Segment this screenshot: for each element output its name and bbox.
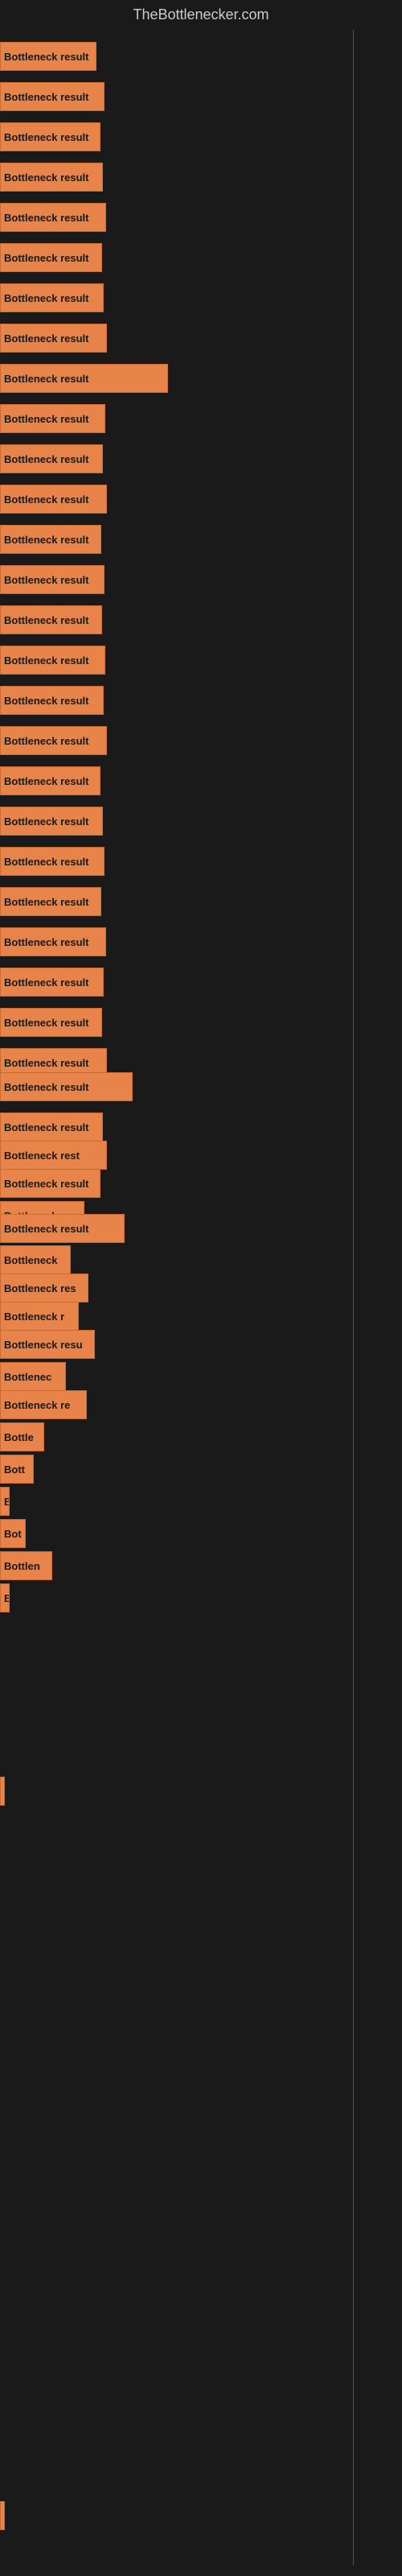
bar-label: Bottleneck result: [4, 332, 88, 345]
bar-label: Bottleneck result: [4, 815, 88, 828]
bar-label: Bottleneck result: [4, 252, 88, 264]
bottleneck-bar: Bottleneck result: [0, 686, 104, 715]
bar-label: Bottleneck r: [4, 1311, 64, 1323]
bar-label: Bottleneck: [4, 1254, 57, 1266]
bottleneck-bar: Bottleneck result: [0, 404, 105, 433]
bottleneck-bar: |: [0, 2501, 5, 2530]
bar-label: Bottleneck result: [4, 91, 88, 103]
bottleneck-bar: Bottleneck result: [0, 163, 103, 192]
bar-label: Bottleneck result: [4, 1081, 88, 1093]
bottleneck-bar: Bottlen: [0, 1551, 52, 1580]
bottleneck-bar: Bottleneck result: [0, 1169, 100, 1198]
bottleneck-bar: Bottleneck resu: [0, 1330, 95, 1359]
bar-label: Bottleneck result: [4, 453, 88, 465]
bar-label: Bot: [4, 1528, 22, 1540]
bar-label: Bottleneck result: [4, 373, 88, 385]
bar-label: Bottleneck result: [4, 534, 88, 546]
bottleneck-bar: Bottleneck result: [0, 283, 104, 312]
bottleneck-bar: Bot: [0, 1519, 26, 1548]
bottleneck-bar: B: [0, 1487, 10, 1516]
bar-label: |: [4, 1785, 5, 1798]
bar-label: |: [4, 2510, 5, 2522]
bottleneck-bar: Bottleneck result: [0, 565, 105, 594]
bar-label: Bottleneck result: [4, 1121, 88, 1133]
bottleneck-bar: Bottleneck result: [0, 927, 106, 956]
bar-label: Bottleneck result: [4, 171, 88, 184]
bottleneck-bar: Bottleneck result: [0, 243, 102, 272]
bottleneck-bar: Bottleneck result: [0, 646, 105, 675]
bar-label: Bottleneck result: [4, 896, 88, 908]
bottleneck-bar: Bottleneck result: [0, 847, 105, 876]
bottleneck-bar: Bottleneck result: [0, 485, 107, 514]
bar-label: Bottleneck resu: [4, 1339, 83, 1351]
bar-label: Bottleneck result: [4, 292, 88, 304]
bottleneck-bar: Bottleneck result: [0, 525, 101, 554]
bottleneck-bar: Bottleneck result: [0, 807, 103, 836]
bar-label: Bottleneck result: [4, 493, 88, 506]
bottleneck-bar: Bottleneck result: [0, 1008, 102, 1037]
axis-line: [353, 30, 354, 2566]
bar-label: Bottleneck result: [4, 775, 88, 787]
bar-label: Bottleneck res: [4, 1282, 76, 1294]
bar-label: Bottleneck result: [4, 976, 88, 989]
bottleneck-bar: Bottleneck res: [0, 1274, 88, 1302]
bar-label: Bottleneck result: [4, 1223, 88, 1235]
bar-label: Bottleneck re: [4, 1399, 70, 1411]
bottleneck-bar: Bottleneck result: [0, 364, 168, 393]
bar-label: Bott: [4, 1463, 25, 1476]
bar-label: B: [4, 1592, 10, 1604]
chart-area: Bottleneck result Bottleneck result Bottle…: [0, 30, 402, 2566]
bar-label: Bottlenec: [4, 1371, 51, 1383]
bottleneck-bar: Bottlenec: [0, 1362, 66, 1391]
bottleneck-bar: Bottleneck result: [0, 42, 96, 71]
bottleneck-bar: Bottleneck result: [0, 444, 103, 473]
bar-label: Bottleneck result: [4, 614, 88, 626]
bottleneck-bar: Bottleneck re: [0, 1390, 87, 1419]
bar-label: Bottleneck result: [4, 51, 88, 63]
bottleneck-bar: Bottleneck r: [0, 1302, 79, 1331]
bar-label: Bottleneck result: [4, 131, 88, 143]
bar-label: Bottleneck result: [4, 574, 88, 586]
bottleneck-bar: Bottleneck result: [0, 1214, 125, 1243]
bottleneck-bar: Bottleneck result: [0, 1072, 133, 1101]
bar-label: Bottleneck result: [4, 654, 88, 667]
bar-label: Bottleneck result: [4, 735, 88, 747]
bar-label: Bottleneck result: [4, 212, 88, 224]
bottleneck-bar: Bottleneck result: [0, 1113, 103, 1141]
bar-label: Bottleneck result: [4, 936, 88, 948]
bottleneck-bar: Bottleneck result: [0, 726, 107, 755]
bar-label: B: [4, 1496, 10, 1508]
bar-label: Bottlen: [4, 1560, 40, 1572]
bar-label: Bottleneck result: [4, 1057, 88, 1069]
bar-label: Bottle: [4, 1431, 34, 1443]
bottleneck-bar: Bottleneck result: [0, 203, 106, 232]
bottleneck-bar: Bottleneck: [0, 1245, 71, 1274]
bottleneck-bar: Bottleneck result: [0, 766, 100, 795]
bottleneck-bar: Bottleneck result: [0, 324, 107, 353]
bar-label: Bottleneck result: [4, 856, 88, 868]
bottleneck-bar: Bottleneck result: [0, 887, 101, 916]
bottleneck-bar: Bottleneck result: [0, 968, 104, 997]
bottleneck-bar: B: [0, 1583, 10, 1612]
bottleneck-bar: |: [0, 1777, 5, 1806]
bar-label: Bottleneck result: [4, 1178, 88, 1190]
bottleneck-bar: Bottleneck result: [0, 122, 100, 151]
bar-label: Bottleneck result: [4, 695, 88, 707]
bar-label: Bottleneck result: [4, 413, 88, 425]
bottleneck-bar: Bottleneck result: [0, 82, 105, 111]
bar-label: Bottleneck result: [4, 1017, 88, 1029]
bottleneck-bar: Bottle: [0, 1422, 44, 1451]
site-title: TheBottlenecker.com: [0, 0, 402, 30]
bottleneck-bar: Bottleneck rest: [0, 1141, 107, 1170]
bar-label: Bottleneck rest: [4, 1150, 80, 1162]
bottleneck-bar: Bott: [0, 1455, 34, 1484]
bottleneck-bar: Bottleneck result: [0, 605, 102, 634]
